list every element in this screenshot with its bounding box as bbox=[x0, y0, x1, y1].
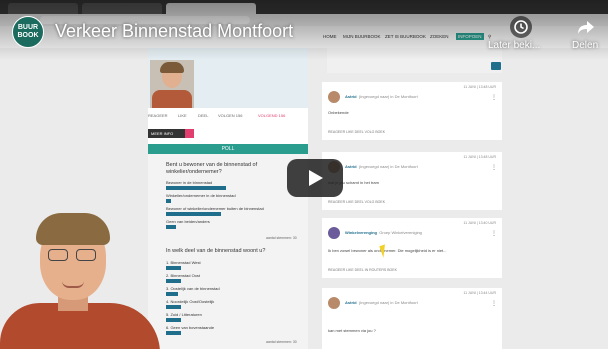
poll-header: POLL bbox=[148, 144, 308, 154]
play-button[interactable] bbox=[287, 159, 343, 197]
poll-vote-count: aantal stemmen: 30 bbox=[266, 236, 297, 240]
reply-action: REAGEER bbox=[148, 113, 168, 118]
post-timestamp: 11 JUNI | 13:48 UUR bbox=[463, 85, 496, 89]
more-options-icon: ⋮ bbox=[491, 165, 497, 171]
avatar bbox=[328, 227, 340, 239]
share-button[interactable] bbox=[575, 16, 597, 38]
poll-option-bar bbox=[166, 331, 181, 335]
post-author: Winkelverenging Groep Winkelvereniging bbox=[345, 230, 422, 235]
post-timestamp: 11 JUNI | 13:44 UUR bbox=[463, 291, 496, 295]
poll-option-bar bbox=[166, 305, 181, 309]
share-action: DEEL bbox=[198, 113, 209, 118]
more-info-button: MEER INFO bbox=[148, 129, 188, 138]
avatar bbox=[328, 297, 340, 309]
poll-option-label: Geen van beiden/anders bbox=[166, 219, 210, 224]
presenter-webcam bbox=[0, 205, 160, 349]
following-action: VOLGEND 156 bbox=[258, 113, 286, 118]
watch-later-button[interactable] bbox=[510, 16, 532, 38]
poll-vote-count: aantal stemmen: 30 bbox=[266, 340, 297, 344]
poll-option-label: 3. Oostelijk van de binnenstad bbox=[166, 286, 220, 291]
poll-option-bar bbox=[166, 266, 181, 270]
more-info-icon bbox=[185, 129, 194, 138]
profile-photo bbox=[150, 60, 194, 108]
poll-option-bar bbox=[166, 212, 221, 216]
timeline-post: 11 JUNI | 13:48 UUR Astrid (Ingevoegd na… bbox=[322, 82, 502, 140]
poll-option-bar bbox=[166, 225, 176, 229]
poll-option-label: Winkelier/ondernemer in de binnenstad bbox=[166, 193, 236, 198]
follow-action: VOLGEN 156 bbox=[218, 113, 243, 118]
poll-option-bar bbox=[166, 318, 181, 322]
post-author: Astrid (Ingevoegd naar) in De Montfoort bbox=[345, 94, 418, 99]
video-title[interactable]: Verkeer Binnenstad Montfoort bbox=[55, 21, 293, 42]
poll-option-bar bbox=[166, 292, 178, 296]
poll-option-label: 1. Binnenstad West bbox=[166, 260, 201, 265]
post-body: kan met stemmen via jou ? bbox=[328, 328, 376, 333]
poll-question: Bent u bewoner van de binnenstad of wink… bbox=[166, 162, 258, 175]
post-timestamp: 11 JUNI | 13:48 UUR bbox=[463, 155, 496, 159]
timeline-post: 11 JUNI | 13:48 UUR Astrid (Ingevoegd na… bbox=[322, 152, 502, 210]
clock-icon bbox=[514, 20, 528, 34]
search-icon bbox=[491, 62, 501, 70]
channel-logo[interactable]: BUUR BOOK bbox=[12, 16, 44, 48]
timeline-post: 11 JUNI | 13:44 UUR Astrid (Ingevoegd na… bbox=[322, 288, 502, 349]
poll-option-bar bbox=[166, 279, 181, 283]
poll-option-bar bbox=[166, 186, 226, 190]
poll-option-label: Bewoner of winkelier/ondernemer buiten d… bbox=[166, 206, 264, 211]
poll-option-label: 2. Binnenstad Oost bbox=[166, 273, 201, 278]
poll-question: In welk deel van de binnenstad woont u? bbox=[166, 248, 266, 254]
share-arrow-icon bbox=[578, 21, 594, 34]
poll-option-label: 4. Noordelijk Oost/Oostelijk bbox=[166, 299, 215, 304]
watch-later-label[interactable]: Later beki... bbox=[488, 40, 540, 51]
play-icon bbox=[309, 170, 323, 186]
post-author: Astrid (Ingevoegd naar) in De Montfoort bbox=[345, 300, 418, 305]
post-actions: REAGEER LIKE DEEL IN ROUTERS BOEK bbox=[328, 268, 397, 272]
avatar bbox=[328, 91, 340, 103]
video-player[interactable]: HOME MIJN BUURBOOK ZET IS BUURBOOK ZOEKE… bbox=[0, 0, 608, 349]
timeline-post: 11 JUNI | 13:40 UUR Winkelverenging Groe… bbox=[322, 218, 502, 278]
post-actions: REAGEER LIKE DEEL VOLG BOEK bbox=[328, 130, 386, 134]
like-action: LIKE bbox=[178, 113, 187, 118]
post-actions: REAGEER LIKE DEEL VOLG BOEK bbox=[328, 200, 386, 204]
profile-actions: REAGEER LIKE DEEL VOLGEN 156 VOLGEND 156 bbox=[148, 111, 308, 121]
share-label[interactable]: Delen bbox=[572, 40, 598, 51]
more-options-icon: ⋮ bbox=[491, 95, 497, 101]
timeline-column: 11 JUNI | 13:48 UUR Astrid (Ingevoegd na… bbox=[322, 48, 502, 349]
post-author: Astrid (Ingevoegd naar) in De Montfoort bbox=[345, 164, 418, 169]
poll-option-bar bbox=[166, 199, 171, 203]
poll-option-label: 5. Zuid / Litteraturen bbox=[166, 312, 202, 317]
post-body: Onbekende bbox=[328, 110, 349, 115]
profile-column: REAGEER LIKE DEEL VOLGEN 156 VOLGEND 156… bbox=[148, 48, 308, 349]
poll-option-label: Bewoner in de binnenstad bbox=[166, 180, 213, 185]
poll-option-label: 6. Geen van bovenstaande bbox=[166, 325, 215, 330]
more-options-icon: ⋮ bbox=[491, 301, 497, 307]
post-timestamp: 11 JUNI | 13:40 UUR bbox=[463, 221, 496, 225]
more-options-icon: ⋮ bbox=[491, 231, 497, 237]
poll-box: Bent u bewoner van de binnenstad of wink… bbox=[148, 154, 308, 349]
